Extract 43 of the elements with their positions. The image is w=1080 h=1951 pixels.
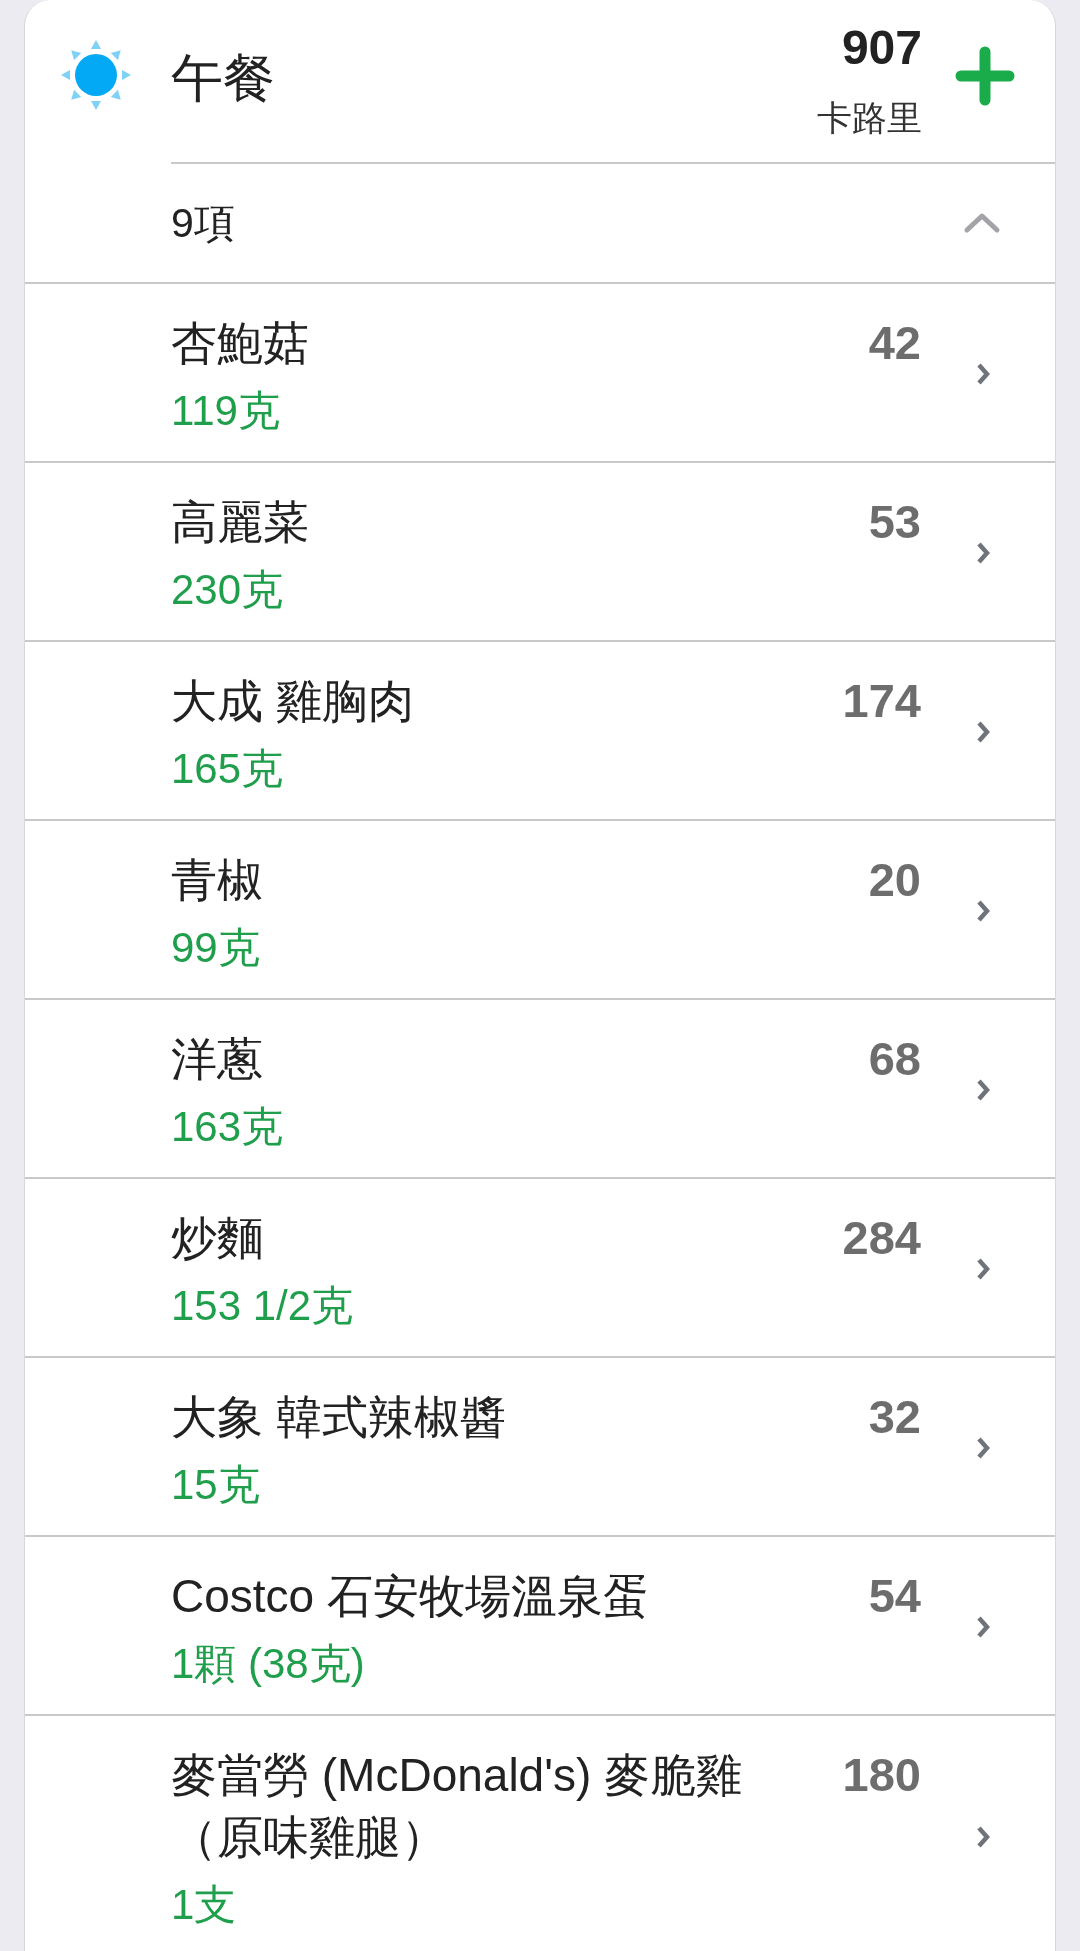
sun-icon <box>61 40 131 110</box>
chevron-up-icon[interactable] <box>963 212 1001 234</box>
chevron-right-icon[interactable] <box>976 540 990 565</box>
chevron-right-icon[interactable] <box>976 1256 990 1281</box>
food-calories: 54 <box>868 1568 921 1624</box>
food-amount: 15克 <box>171 1461 260 1509</box>
chevron-right-icon[interactable] <box>976 1824 990 1849</box>
food-name: 洋蔥 <box>171 1032 264 1087</box>
food-name: 麥當勞 (McDonald's) 麥脆雞（原味雞腿） <box>171 1748 744 1865</box>
food-name: 大象 韓式辣椒醬 <box>171 1390 507 1445</box>
food-calories: 20 <box>868 852 921 908</box>
chevron-right-icon[interactable] <box>976 719 990 744</box>
food-name: 高麗菜 <box>171 495 310 550</box>
food-calories: 284 <box>842 1210 921 1266</box>
food-amount: 165克 <box>171 745 284 793</box>
food-amount: 153 1/2克 <box>171 1282 354 1330</box>
calories-unit: 卡路里 <box>817 97 922 139</box>
food-amount: 1支 <box>171 1881 237 1929</box>
food-amount: 163克 <box>171 1103 284 1151</box>
chevron-right-icon[interactable] <box>976 1077 990 1102</box>
chevron-right-icon[interactable] <box>976 1435 990 1460</box>
food-calories: 32 <box>868 1389 921 1445</box>
food-calories: 68 <box>868 1031 921 1087</box>
chevron-right-icon[interactable] <box>976 1614 990 1639</box>
food-amount: 99克 <box>171 924 260 972</box>
meal-title: 午餐 <box>171 48 276 108</box>
food-name: 炒麵 <box>171 1211 264 1266</box>
food-name: Costco 石安牧場溫泉蛋 <box>171 1569 650 1624</box>
food-calories: 174 <box>842 673 921 729</box>
chevron-right-icon[interactable] <box>976 361 990 386</box>
plus-icon[interactable] <box>955 46 1015 106</box>
total-calories: 907 <box>841 22 922 74</box>
food-calories: 180 <box>842 1747 921 1803</box>
chevron-right-icon[interactable] <box>976 898 990 923</box>
food-name: 杏鮑菇 <box>171 316 310 371</box>
item-count: 9項 <box>171 199 236 248</box>
food-amount: 119克 <box>171 387 280 435</box>
food-calories: 53 <box>868 494 921 550</box>
food-amount: 230克 <box>171 566 284 614</box>
food-name: 青椒 <box>171 853 264 908</box>
food-calories: 42 <box>868 315 921 371</box>
food-amount: 1顆 (38克) <box>171 1640 365 1688</box>
food-name: 大成 雞胸肉 <box>171 674 415 729</box>
